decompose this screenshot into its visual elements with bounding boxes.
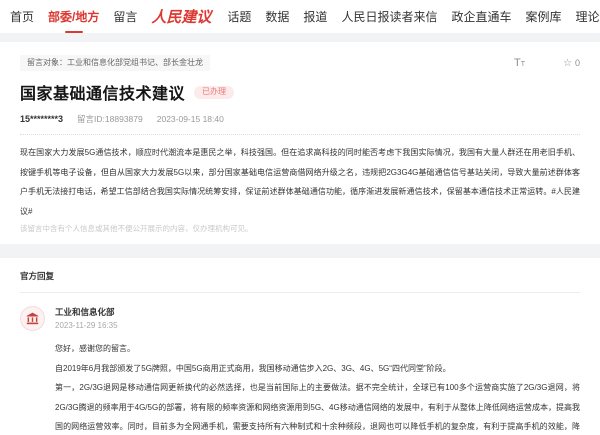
font-size-icon[interactable]: TT xyxy=(514,57,525,69)
favorite-count: 0 xyxy=(575,58,580,68)
reply-paragraph: 第一，2G/3G退网是移动通信网更新换代的必然选择，也是当前国际上的主要做法。据… xyxy=(55,378,580,435)
message-timestamp: 2023-09-15 18:40 xyxy=(157,114,224,124)
nav-item[interactable]: 理论 xyxy=(575,8,599,25)
message-meta: 15********3 留言ID:18893879 2023-09-15 18:… xyxy=(20,113,580,135)
reply-paragraph: 您好，感谢您的留言。 xyxy=(55,339,580,359)
reply-timestamp: 2023-11-29 16:35 xyxy=(55,321,580,330)
nav-item[interactable]: 话题 xyxy=(227,8,251,25)
official-reply-card: 官方回复 工业和信息化部 2023-11-29 16:35 您好，感谢您的留言。… xyxy=(0,258,600,435)
nav-item[interactable]: 人民日报读者来信 xyxy=(341,8,437,25)
privacy-note: 该留言中含有个人信息或其他不便公开展示的内容，仅办理机构可见。 xyxy=(20,223,580,234)
nav-item[interactable]: 政企直通车 xyxy=(451,8,511,25)
message-target-label: 留言对象：工业和信息化部党组书记、部长金壮龙 xyxy=(20,55,210,71)
message-body: 现在国家大力发展5G通信技术，顺应时代潮流本是惠民之举，科技强国。但在追求高科技… xyxy=(20,143,580,221)
top-navbar: 首页 部委/地方 留言 人民建议 话题 数据 报道 人民日报读者来信 政企直通车… xyxy=(0,0,600,33)
reply-paragraph: 自2019年6月我部颁发了5G牌照，中国5G商用正式商用，我国移动通信步入2G、… xyxy=(55,359,580,379)
page-title: 国家基础通信技术建议 xyxy=(20,80,185,104)
reply-agency-name: 工业和信息化部 xyxy=(55,306,580,318)
reply-body: 您好，感谢您的留言。 自2019年6月我部颁发了5G牌照，中国5G商用正式商用，… xyxy=(55,339,580,435)
star-icon: ☆ xyxy=(563,58,572,69)
message-id: 留言ID:18893879 xyxy=(77,113,143,125)
nav-item[interactable]: 案例库 xyxy=(525,8,561,25)
nav-item[interactable]: 数据 xyxy=(265,8,289,25)
reply-item: 工业和信息化部 2023-11-29 16:35 您好，感谢您的留言。 自201… xyxy=(20,306,580,435)
nav-item[interactable]: 报道 xyxy=(303,8,327,25)
status-badge: 已办理 xyxy=(194,86,234,99)
nav-item[interactable]: 首页 xyxy=(10,8,34,25)
author-masked-phone: 15********3 xyxy=(20,114,63,124)
nav-item[interactable]: 留言 xyxy=(113,8,137,25)
message-card: 留言对象：工业和信息化部党组书记、部长金壮龙 TT ☆ 0 国家基础通信技术建议… xyxy=(0,42,600,244)
nav-item[interactable]: 人民建议 xyxy=(151,6,211,27)
government-building-icon xyxy=(20,306,45,331)
nav-item[interactable]: 部委/地方 xyxy=(48,8,99,25)
favorite-button[interactable]: ☆ 0 xyxy=(563,58,580,69)
official-reply-section-title: 官方回复 xyxy=(20,270,580,293)
